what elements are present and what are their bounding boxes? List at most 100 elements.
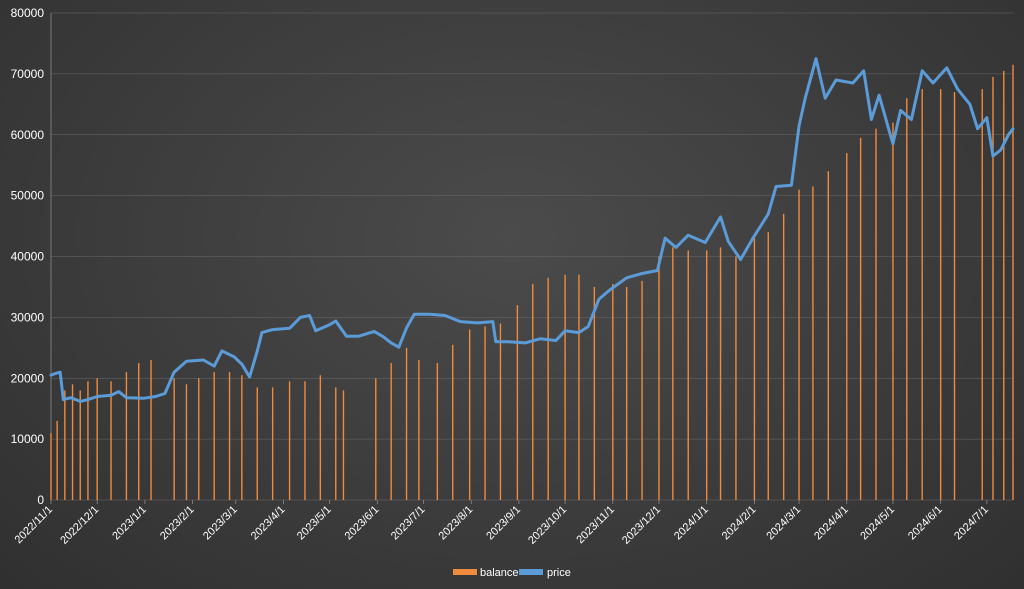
balance-bar (827, 171, 829, 500)
balance-bar (658, 256, 660, 500)
balance-bar (859, 137, 862, 500)
balance-bar (641, 280, 643, 500)
balance-bar (564, 274, 566, 500)
balance-bar (228, 372, 231, 500)
y-axis: 0 10000 20000 30000 40000 50000 60000 70000 8000… (11, 6, 45, 507)
balance-bar (705, 250, 708, 500)
balance-bar (516, 305, 519, 500)
balance-bar (319, 375, 322, 500)
y-tick-label: 20000 (11, 371, 45, 385)
balance-bar (436, 363, 439, 500)
x-tick-label: 2024/1/1 (672, 504, 711, 543)
balance-bar (612, 283, 614, 500)
balance-bar (405, 347, 408, 500)
legend-label-price: price (547, 567, 571, 579)
balance-bar (375, 378, 377, 500)
legend-swatch-balance (453, 569, 477, 575)
balance-bar (578, 274, 580, 500)
x-tick-label: 2023/6/1 (343, 504, 382, 543)
x-tick-label: 2023/2/1 (158, 504, 197, 543)
y-tick-label: 0 (37, 493, 44, 507)
x-tick-label: 2022/12/1 (58, 504, 101, 547)
balance-bar (1003, 70, 1005, 501)
balance-bar (798, 189, 800, 500)
grid-lines (50, 12, 1013, 501)
x-tick-label: 2024/4/1 (812, 504, 851, 543)
x-tick-label: 2023/1/1 (110, 504, 149, 543)
balance-bar (241, 375, 243, 500)
y-tick-label: 70000 (11, 67, 45, 81)
balance-bar (992, 76, 994, 500)
balance-bar (875, 128, 877, 500)
x-tick-label: 2023/8/1 (437, 504, 476, 543)
balance-bar (719, 247, 722, 500)
y-tick-label: 50000 (11, 189, 45, 203)
x-tick-label: 2023/3/1 (201, 504, 240, 543)
balance-bar (981, 89, 983, 500)
balance-bar (390, 363, 392, 500)
balance-bar (64, 390, 66, 500)
x-tick-label: 2024/5/1 (858, 504, 897, 543)
legend-label-balance: balance (480, 567, 519, 579)
balance-bar (185, 384, 188, 500)
y-tick-label: 40000 (11, 250, 45, 264)
y-tick-label: 80000 (11, 6, 45, 20)
balance-bar (198, 378, 200, 500)
x-tick-label: 2024/2/1 (720, 504, 759, 543)
balance-bar (213, 372, 215, 500)
x-tick-label: 2023/4/1 (249, 504, 288, 543)
balance-bar (71, 384, 74, 500)
chart: 0 10000 20000 30000 40000 50000 60000 70000 8000… (11, 6, 1015, 579)
x-tick-label: 2024/3/1 (764, 504, 803, 543)
balance-bar (418, 359, 420, 500)
balance-bar (547, 277, 549, 500)
x-tick-label: 2023/11/1 (574, 504, 617, 547)
balance-bar (484, 326, 486, 500)
balance-bar (56, 420, 58, 500)
balance-bar (288, 381, 291, 500)
x-axis: 2022/11/1 2022/12/1 2023/1/1 2023/2/1 2023/3… (13, 500, 991, 547)
y-tick-label: 30000 (11, 310, 45, 324)
balance-bar (532, 283, 534, 500)
legend-swatch-price (519, 569, 543, 575)
balance-bar (342, 390, 345, 500)
balance-bar (753, 238, 756, 501)
x-tick-label: 2024/6/1 (906, 504, 945, 543)
balance-bar (687, 250, 689, 500)
balance-bar (173, 378, 175, 500)
balance-bar (468, 329, 471, 500)
balance-bar (767, 232, 769, 500)
y-tick-label: 10000 (11, 432, 45, 446)
balance-bar (735, 256, 737, 500)
balance-bars (50, 64, 1014, 501)
balance-bar (125, 372, 128, 500)
balance-bar (304, 381, 306, 500)
price-series-line (49, 57, 1015, 403)
x-tick-label: 2023/9/1 (484, 504, 523, 543)
x-tick-label: 2023/12/1 (620, 504, 663, 547)
balance-bar (50, 433, 52, 500)
balance-bar (892, 122, 894, 500)
balance-bar (939, 89, 942, 500)
balance-bar (138, 363, 140, 500)
balance-bar (812, 186, 814, 500)
y-tick-label: 60000 (11, 128, 45, 142)
balance-bar (79, 390, 81, 500)
balance-bar (921, 89, 923, 500)
balance-bar (110, 381, 112, 500)
balance-bar (846, 153, 848, 500)
price-line (49, 57, 1015, 403)
balance-bar (782, 213, 785, 500)
balance-bar (593, 286, 596, 500)
balance-bar (953, 92, 956, 500)
x-tick-label: 2023/10/1 (526, 504, 569, 547)
legend[interactable]: balance price (453, 567, 571, 579)
x-tick-label: 2023/5/1 (295, 504, 334, 543)
balance-bar (271, 387, 274, 500)
balance-bar (906, 98, 908, 500)
balance-bar (499, 323, 502, 500)
balance-bar (335, 387, 337, 500)
balance-bar (625, 286, 628, 500)
balance-bar (452, 344, 454, 500)
balance-bar (672, 247, 674, 500)
